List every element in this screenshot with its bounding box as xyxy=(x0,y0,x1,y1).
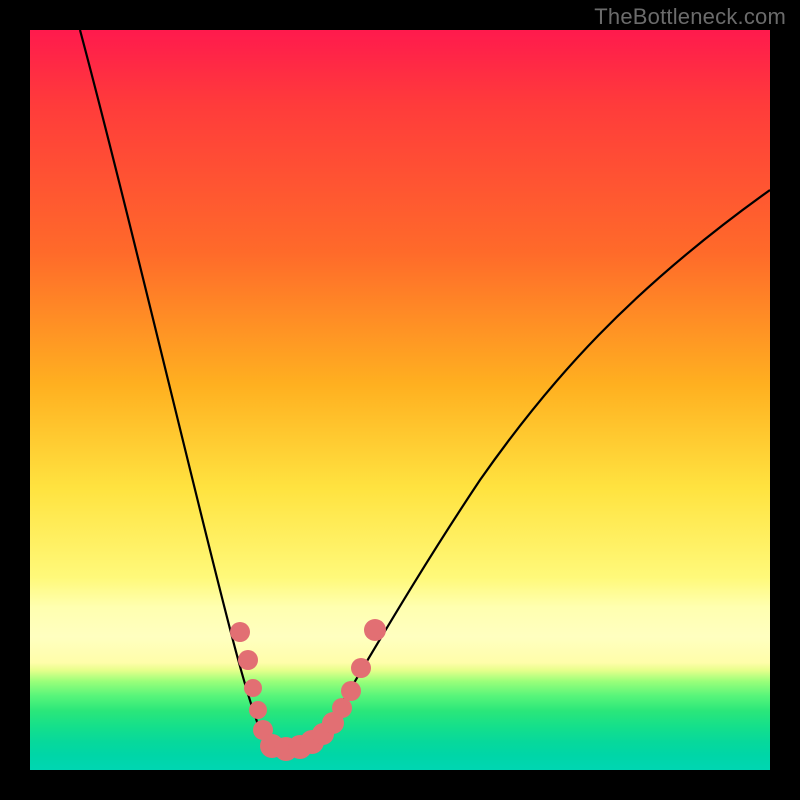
plot-area xyxy=(30,30,770,770)
marker-dot xyxy=(341,681,361,701)
marker-dot xyxy=(332,698,352,718)
curve-layer xyxy=(30,30,770,770)
marker-dot xyxy=(364,619,386,641)
watermark-text: TheBottleneck.com xyxy=(594,4,786,30)
highlight-markers xyxy=(230,619,386,761)
marker-dot xyxy=(249,701,267,719)
marker-dot xyxy=(238,650,258,670)
chart-frame: TheBottleneck.com xyxy=(0,0,800,800)
bottleneck-curve xyxy=(80,30,770,753)
marker-dot xyxy=(244,679,262,697)
marker-dot xyxy=(351,658,371,678)
marker-dot xyxy=(230,622,250,642)
